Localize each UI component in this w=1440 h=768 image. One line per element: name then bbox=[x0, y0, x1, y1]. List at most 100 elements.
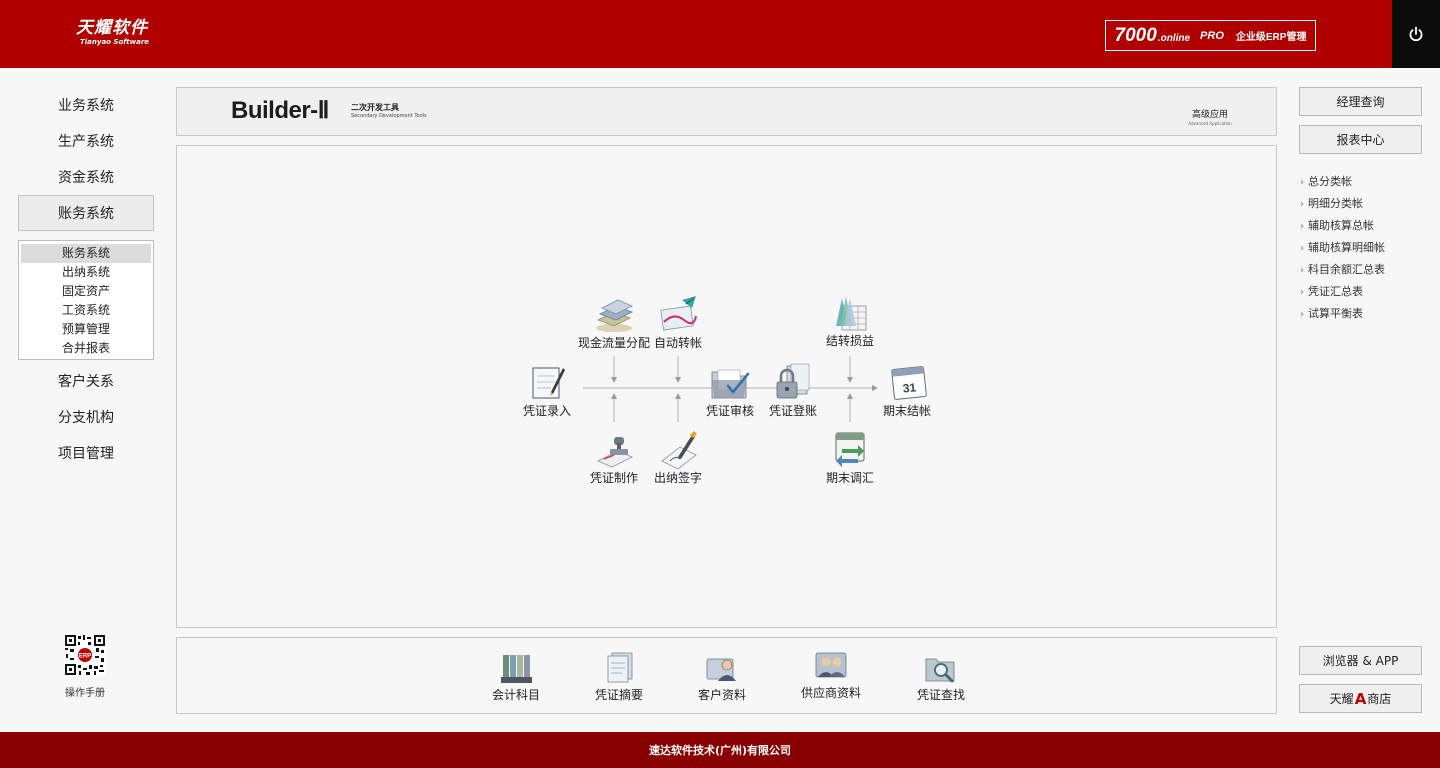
top-header: 天耀软件 Tianyao Software 7000 .online PRO 企… bbox=[0, 0, 1440, 68]
report-label: 辅助核算总帐 bbox=[1308, 219, 1374, 232]
report-label: 科目余额汇总表 bbox=[1308, 263, 1385, 276]
subnav-item-budget[interactable]: 预算管理 bbox=[21, 320, 151, 339]
subnav-item-fixed-assets[interactable]: 固定资产 bbox=[21, 282, 151, 301]
edition-online: .online bbox=[1157, 33, 1191, 44]
footer-bar: 速达软件技术(广州)有限公司 bbox=[0, 732, 1440, 768]
advanced-app-link[interactable]: 高级应用 Advanced Application bbox=[1185, 110, 1235, 126]
cash-stack-icon bbox=[592, 294, 636, 336]
lock-icon bbox=[771, 362, 815, 404]
voucher-entry-icon bbox=[525, 362, 569, 404]
store-prefix: 天耀 bbox=[1329, 692, 1354, 706]
nav-item-crm[interactable]: 客户关系 bbox=[18, 363, 154, 399]
document-stack-icon bbox=[602, 651, 636, 685]
brand-subtitle: 二次开发工具 Secondary Development Tools bbox=[351, 103, 427, 120]
flow-node-voucher-post[interactable]: 凭证登账 bbox=[751, 362, 835, 418]
auto-transfer-icon bbox=[656, 294, 700, 336]
manager-query-button[interactable]: 经理查询 bbox=[1299, 87, 1422, 116]
subnav-item-payroll[interactable]: 工资系统 bbox=[21, 301, 151, 320]
report-link-aux-detail[interactable]: › 辅助核算明细帐 bbox=[1300, 239, 1385, 255]
calendar-day: 31 bbox=[902, 380, 917, 395]
report-link-trial-balance[interactable]: › 试算平衡表 bbox=[1300, 305, 1363, 321]
flow-label-auto-transfer: 自动转帐 bbox=[653, 336, 702, 350]
nav-item-projects[interactable]: 项目管理 bbox=[18, 435, 154, 471]
brand-sub-cn: 二次开发工具 bbox=[351, 103, 399, 112]
footer-company: 速达软件技术(广州)有限公司 bbox=[648, 744, 792, 757]
nav-item-funds[interactable]: 资金系统 bbox=[18, 159, 154, 195]
flow-node-cashier-sign[interactable]: 出纳签字 bbox=[636, 429, 720, 485]
store-button[interactable]: 天耀 A 商店 bbox=[1299, 684, 1422, 713]
nav-item-production[interactable]: 生产系统 bbox=[18, 123, 154, 159]
report-link-general-ledger[interactable]: › 总分类帐 bbox=[1300, 173, 1352, 189]
qr-badge: ERP bbox=[79, 654, 91, 660]
chevron-right-icon: › bbox=[1300, 309, 1304, 320]
power-button[interactable] bbox=[1392, 0, 1440, 68]
tool-customer-data[interactable]: 客户资料 bbox=[677, 651, 767, 702]
quick-tools-panel: 会计科目 凭证摘要 客户资料 供应商资料 凭证查找 bbox=[176, 637, 1277, 714]
builder-banner: Builder-Ⅱ 二次开发工具 Secondary Development T… bbox=[176, 87, 1277, 136]
edition-enterprise: 企业级ERP管理 bbox=[1235, 32, 1307, 43]
chevron-right-icon: › bbox=[1300, 265, 1304, 276]
logo-en: Tianyao Software bbox=[80, 38, 150, 46]
report-link-detail-ledger[interactable]: › 明细分类帐 bbox=[1300, 195, 1363, 211]
chevron-right-icon: › bbox=[1300, 287, 1304, 298]
accounting-submenu: 账务系统 出纳系统 固定资产 工资系统 预算管理 合并报表 bbox=[18, 240, 154, 360]
flow-node-period-close[interactable]: 31 期末结帐 bbox=[865, 362, 949, 418]
folder-check-icon bbox=[708, 362, 752, 404]
flow-node-period-fx[interactable]: 期末调汇 bbox=[808, 429, 892, 485]
advanced-en: Advanced Application bbox=[1188, 121, 1232, 126]
customer-card-icon bbox=[705, 651, 739, 685]
tool-voucher-search[interactable]: 凭证查找 bbox=[896, 651, 986, 702]
tool-label-voucher-summary: 凭证摘要 bbox=[594, 688, 643, 702]
subnav-item-accounting[interactable]: 账务系统 bbox=[21, 244, 151, 263]
edition-number: 7000 bbox=[1114, 24, 1157, 46]
subnav-item-cashier[interactable]: 出纳系统 bbox=[21, 263, 151, 282]
store-suffix: 商店 bbox=[1367, 692, 1392, 706]
edition-pro: PRO bbox=[1200, 29, 1224, 42]
store-logo-icon: A bbox=[1354, 689, 1367, 708]
tool-label-accounts: 会计科目 bbox=[491, 688, 540, 702]
flow-label-carry-forward: 结转损益 bbox=[825, 334, 874, 348]
flow-node-auto-transfer[interactable]: 自动转帐 bbox=[636, 294, 720, 350]
brand-title: Builder-Ⅱ bbox=[231, 97, 329, 124]
report-center-button[interactable]: 报表中心 bbox=[1299, 125, 1422, 154]
tool-supplier-data[interactable]: 供应商资料 bbox=[786, 649, 876, 700]
subnav-item-consolidated[interactable]: 合并报表 bbox=[21, 339, 151, 358]
flow-label-voucher-entry: 凭证录入 bbox=[522, 404, 571, 418]
tool-label-voucher-search: 凭证查找 bbox=[916, 688, 965, 702]
brand-sub-en: Secondary Development Tools bbox=[351, 113, 427, 119]
flow-node-voucher-entry[interactable]: 凭证录入 bbox=[505, 362, 589, 418]
chevron-right-icon: › bbox=[1300, 221, 1304, 232]
report-label: 辅助核算明细帐 bbox=[1308, 241, 1385, 254]
chevron-right-icon: › bbox=[1300, 177, 1304, 188]
company-logo: 天耀软件 Tianyao Software bbox=[76, 18, 149, 46]
browser-app-button[interactable]: 浏览器 & APP bbox=[1299, 646, 1422, 675]
tool-chart-of-accounts[interactable]: 会计科目 bbox=[471, 651, 561, 702]
flow-label-period-close: 期末结帐 bbox=[882, 404, 931, 418]
nav-item-business[interactable]: 业务系统 bbox=[18, 87, 154, 123]
ledger-binders-icon bbox=[499, 651, 533, 685]
carry-forward-icon bbox=[828, 292, 872, 334]
flow-label-voucher-post: 凭证登账 bbox=[768, 404, 817, 418]
logo-cn: 天耀软件 bbox=[76, 18, 148, 38]
report-link-voucher-summary[interactable]: › 凭证汇总表 bbox=[1300, 283, 1363, 299]
report-label: 凭证汇总表 bbox=[1308, 285, 1363, 298]
tool-label-customer: 客户资料 bbox=[697, 688, 746, 702]
report-link-aux-general[interactable]: › 辅助核算总帐 bbox=[1300, 217, 1374, 233]
folder-search-icon bbox=[924, 651, 958, 685]
accounting-flow-panel: 现金流量分配 自动转帐 结转损益 凭证录入 凭证审核 凭证登账 31 期末结帐 … bbox=[176, 145, 1277, 628]
report-label: 试算平衡表 bbox=[1308, 307, 1363, 320]
pen-sign-icon bbox=[656, 429, 700, 471]
chevron-right-icon: › bbox=[1300, 199, 1304, 210]
advanced-cn: 高级应用 bbox=[1191, 110, 1228, 120]
tool-label-supplier: 供应商资料 bbox=[800, 686, 861, 700]
tool-voucher-summary[interactable]: 凭证摘要 bbox=[574, 651, 664, 702]
flow-node-carry-forward[interactable]: 结转损益 bbox=[808, 292, 892, 348]
qr-code-icon[interactable]: ERP bbox=[64, 634, 106, 676]
manual-label[interactable]: 操作手册 bbox=[40, 684, 130, 699]
report-link-balance-summary[interactable]: › 科目余额汇总表 bbox=[1300, 261, 1385, 277]
nav-item-accounting[interactable]: 账务系统 bbox=[18, 195, 154, 231]
chevron-right-icon: › bbox=[1300, 243, 1304, 254]
report-label: 总分类帐 bbox=[1308, 175, 1352, 188]
nav-item-branches[interactable]: 分支机构 bbox=[18, 399, 154, 435]
calendar-arrows-icon bbox=[828, 429, 872, 471]
